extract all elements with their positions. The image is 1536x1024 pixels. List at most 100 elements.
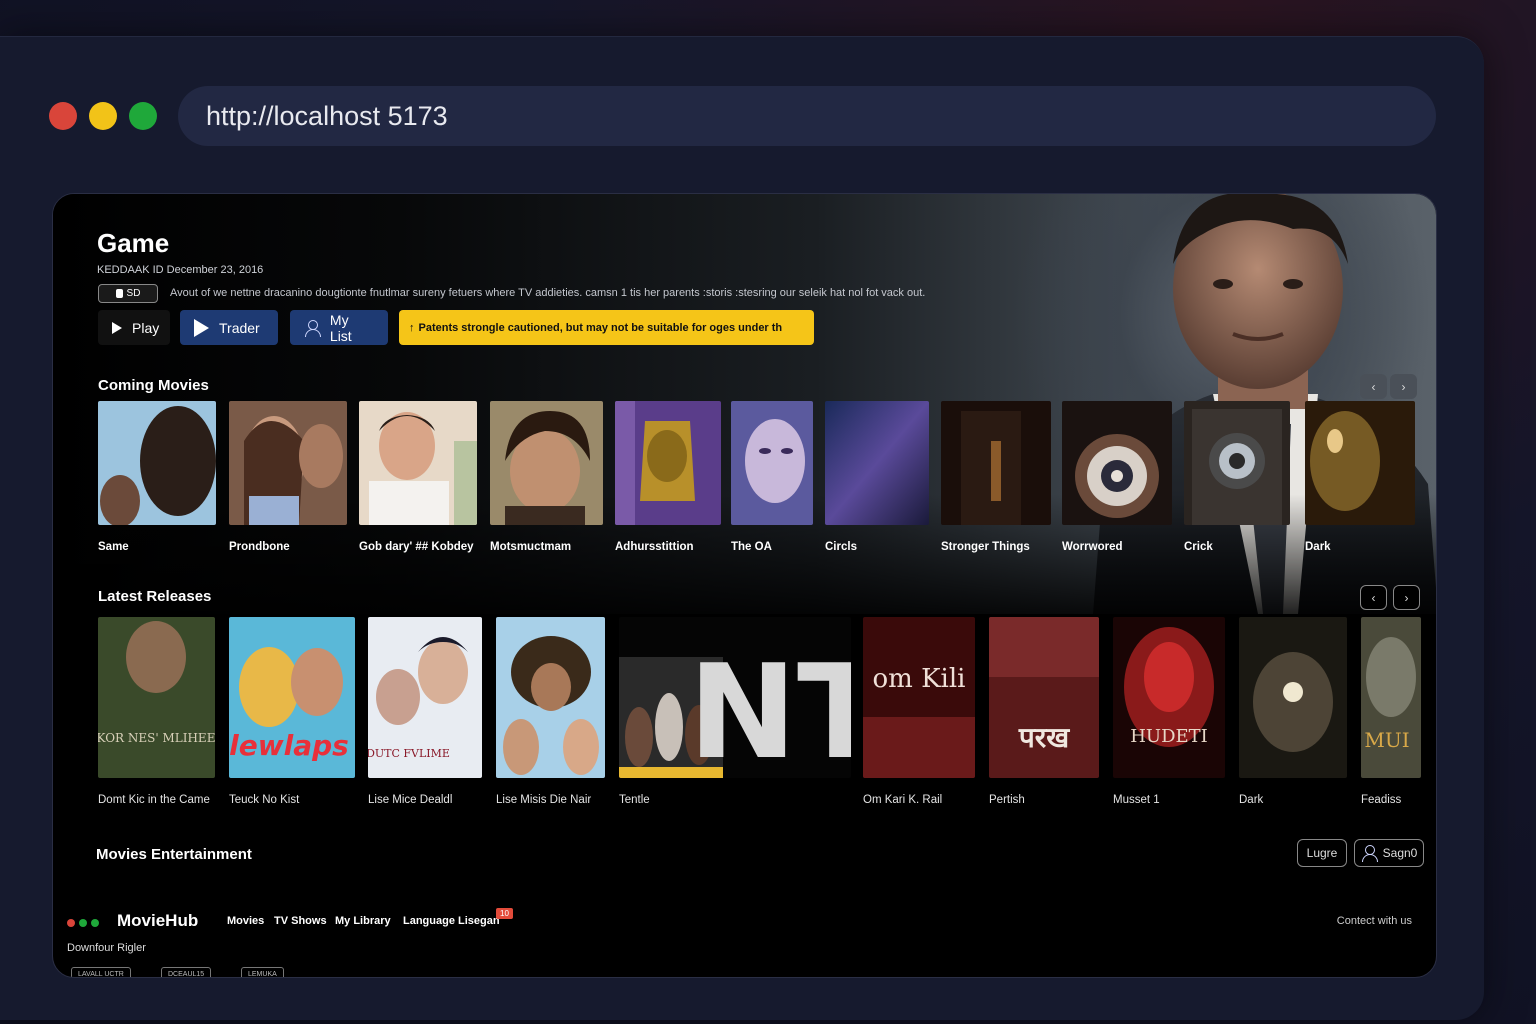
movie-title: Circls	[825, 541, 857, 553]
play-icon	[112, 321, 122, 334]
movie-card[interactable]: Prondbone	[229, 401, 347, 556]
signup-button[interactable]: Sagn0	[1354, 839, 1424, 867]
coming-next-button[interactable]: ›	[1390, 374, 1417, 399]
footer-subtitle: Downfour Rigler	[67, 942, 146, 954]
poster-text: DUTC FVLIME	[368, 747, 450, 760]
release-title: Om Kari K. Rail	[863, 794, 943, 806]
release-title: Lise Mice Dealdl	[368, 794, 453, 806]
movie-poster	[1305, 401, 1415, 525]
chevron-left-icon: ‹	[1371, 590, 1376, 605]
poster-text: परख	[1018, 721, 1070, 754]
movie-title: Adhursstittion	[615, 541, 694, 553]
movie-poster: lewlaps	[229, 617, 355, 778]
url-text: http://localhost 5173	[206, 100, 448, 131]
movie-poster: परख	[989, 617, 1099, 778]
brand-dot-green	[79, 919, 87, 927]
movie-title: Stronger Things	[941, 541, 1030, 553]
content-warning-text: Patents strongle cautioned, but may not …	[418, 321, 783, 334]
release-title: Musset 1	[1113, 794, 1160, 806]
latest-prev-button[interactable]: ‹	[1360, 585, 1387, 610]
release-card[interactable]: MUI Feadiss	[1361, 617, 1421, 809]
release-card[interactable]: परख Pertish	[989, 617, 1099, 809]
nav-language[interactable]: Language Lisegan	[403, 915, 500, 927]
movie-title: Crick	[1184, 541, 1213, 553]
poster-text: HUDETI	[1130, 726, 1208, 747]
movie-poster: KOR NES' MLIHEE	[97, 617, 215, 778]
nav-movies[interactable]: Movies	[227, 915, 264, 927]
movie-card[interactable]: Adhursstittion	[615, 401, 721, 556]
footer-chip[interactable]: DCEAUL15	[161, 967, 212, 977]
login-button[interactable]: Lugre	[1297, 839, 1347, 867]
window-maximize-button[interactable]	[129, 102, 157, 130]
contact-link[interactable]: Contect with us	[1337, 915, 1412, 927]
release-title: Feadiss	[1361, 794, 1402, 806]
poster-text: MUI	[1364, 728, 1409, 752]
footer-title: Movies Entertainment	[96, 846, 252, 863]
movie-poster	[825, 401, 929, 525]
trailer-button[interactable]: Trader	[180, 310, 278, 345]
brand-dot-green	[91, 919, 99, 927]
movie-title: The OA	[731, 541, 772, 553]
release-title: Domt Kic in the Came	[98, 794, 210, 806]
release-title: Pertish	[989, 794, 1025, 806]
movie-title: Gob dary' ## Kobdey	[359, 541, 474, 553]
lock-icon	[115, 289, 123, 298]
chevron-right-icon: ›	[1401, 379, 1406, 394]
brand-logo[interactable]: MovieHub	[117, 911, 198, 931]
movie-card[interactable]: Motsmuctmam	[490, 401, 603, 556]
user-icon	[1361, 845, 1378, 862]
movie-poster	[941, 401, 1051, 525]
movie-card[interactable]: Stronger Things	[941, 401, 1051, 556]
trailer-button-label: Trader	[219, 319, 260, 336]
movie-card[interactable]: Worrwored	[1062, 401, 1172, 556]
release-card[interactable]: KOR NES' MLIHEE Domt Kic in the Came	[97, 617, 215, 809]
brand-dot-red	[67, 919, 75, 927]
movie-card[interactable]: Circls	[825, 401, 929, 556]
movie-title: Worrwored	[1062, 541, 1123, 553]
movie-card[interactable]: Gob dary' ## Kobdey	[359, 401, 477, 556]
movie-card[interactable]: Same	[98, 401, 216, 556]
movie-card[interactable]: Dark	[1305, 401, 1415, 556]
window-close-button[interactable]	[49, 102, 77, 130]
movie-title: Motsmuctmam	[490, 541, 572, 553]
play-icon	[194, 318, 209, 337]
movie-poster: HUDETI	[1113, 617, 1225, 778]
release-card[interactable]: NT Tentle	[619, 617, 886, 809]
nav-my-library[interactable]: My Library	[335, 915, 391, 927]
window-minimize-button[interactable]	[89, 102, 117, 130]
my-list-button-label: My List	[329, 311, 352, 344]
my-list-button[interactable]: My List	[290, 310, 388, 345]
movie-poster	[490, 401, 603, 525]
poster-text: om Kili	[873, 664, 966, 694]
new-badge: 10	[496, 908, 513, 919]
coming-prev-button[interactable]: ‹	[1360, 374, 1387, 399]
hero-meta: KEDDAAK ID December 23, 2016	[97, 264, 264, 276]
hero-description: Avout of we nettne dracanino dougtionte …	[170, 287, 926, 299]
movie-poster	[1184, 401, 1290, 525]
movie-poster	[1239, 617, 1347, 778]
release-card[interactable]: HUDETI Musset 1	[1113, 617, 1225, 809]
play-button[interactable]: Play	[98, 310, 170, 345]
release-card[interactable]: Dark	[1239, 617, 1347, 809]
login-button-label: Lugre	[1306, 846, 1338, 860]
nav-tv-shows[interactable]: TV Shows	[274, 915, 327, 927]
poster-text: lewlaps	[229, 729, 349, 762]
movie-card[interactable]: Crick	[1184, 401, 1290, 556]
latest-next-button[interactable]: ›	[1393, 585, 1420, 610]
moviehub-app: Game KEDDAAK ID December 23, 2016 SD Avo…	[52, 193, 1437, 978]
movie-poster: DUTC FVLIME	[366, 617, 482, 778]
footer-chip[interactable]: LEMUKA	[241, 967, 284, 977]
release-card[interactable]: Lise Misis Die Nair	[496, 617, 605, 809]
address-bar[interactable]: http://localhost 5173	[178, 86, 1436, 146]
release-card[interactable]: lewlaps Teuck No Kist	[229, 617, 355, 809]
movie-card[interactable]: The OA	[731, 401, 813, 556]
footer-chip[interactable]: LAVALL UCTR	[71, 967, 131, 977]
release-title: Lise Misis Die Nair	[496, 794, 592, 806]
release-card[interactable]: DUTC FVLIME Lise Mice Dealdl	[366, 617, 482, 809]
movie-poster: NT	[619, 617, 886, 788]
release-title: Teuck No Kist	[229, 794, 300, 806]
release-title: Tentle	[619, 794, 650, 806]
movie-poster: om Kili	[863, 617, 975, 778]
release-card[interactable]: om Kili Om Kari K. Rail	[863, 617, 975, 809]
signup-button-label: Sagn0	[1382, 846, 1418, 860]
